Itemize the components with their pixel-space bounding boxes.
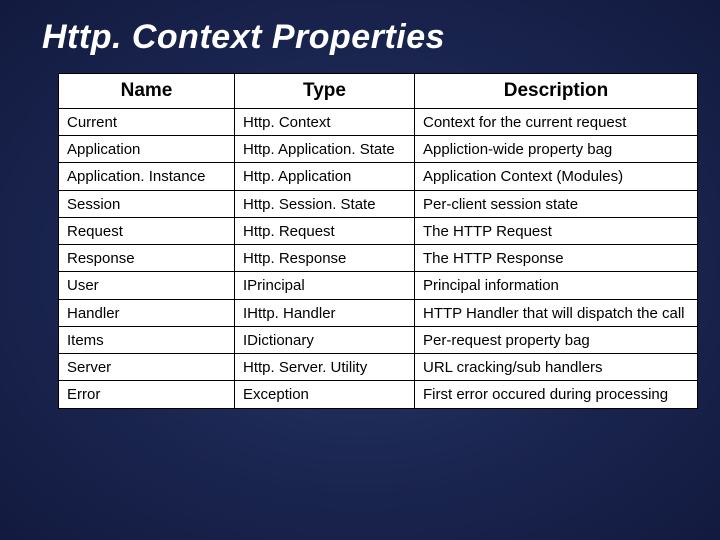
cell-desc: Principal information <box>415 272 698 299</box>
table-row: RequestHttp. RequestThe HTTP Request <box>59 217 698 244</box>
table-header-row: Name Type Description <box>59 74 698 109</box>
cell-desc: Appliction-wide property bag <box>415 136 698 163</box>
cell-type: Http. Request <box>235 217 415 244</box>
table-row: SessionHttp. Session. StatePer-client se… <box>59 190 698 217</box>
properties-table: Name Type Description CurrentHttp. Conte… <box>58 73 698 409</box>
page-title: Http. Context Properties <box>42 18 696 57</box>
cell-desc: HTTP Handler that will dispatch the call <box>415 299 698 326</box>
cell-name: Items <box>59 326 235 353</box>
cell-name: Current <box>59 108 235 135</box>
cell-type: Http. Application <box>235 163 415 190</box>
cell-name: User <box>59 272 235 299</box>
cell-name: Handler <box>59 299 235 326</box>
cell-desc: Per-request property bag <box>415 326 698 353</box>
cell-name: Request <box>59 217 235 244</box>
cell-type: Http. Application. State <box>235 136 415 163</box>
table-row: ErrorExceptionFirst error occured during… <box>59 381 698 408</box>
cell-desc: First error occured during processing <box>415 381 698 408</box>
col-header-name: Name <box>59 74 235 109</box>
cell-desc: The HTTP Response <box>415 245 698 272</box>
table-row: ResponseHttp. ResponseThe HTTP Response <box>59 245 698 272</box>
table-row: UserIPrincipalPrincipal information <box>59 272 698 299</box>
col-header-type: Type <box>235 74 415 109</box>
table-row: HandlerIHttp. HandlerHTTP Handler that w… <box>59 299 698 326</box>
slide: Http. Context Properties Name Type Descr… <box>0 0 720 540</box>
cell-desc: URL cracking/sub handlers <box>415 354 698 381</box>
table-row: ApplicationHttp. Application. StateAppli… <box>59 136 698 163</box>
cell-name: Session <box>59 190 235 217</box>
cell-name: Application. Instance <box>59 163 235 190</box>
cell-name: Server <box>59 354 235 381</box>
cell-type: Exception <box>235 381 415 408</box>
col-header-desc: Description <box>415 74 698 109</box>
cell-desc: Per-client session state <box>415 190 698 217</box>
table-row: Application. InstanceHttp. ApplicationAp… <box>59 163 698 190</box>
cell-desc: The HTTP Request <box>415 217 698 244</box>
cell-type: Http. Context <box>235 108 415 135</box>
cell-name: Error <box>59 381 235 408</box>
cell-type: IHttp. Handler <box>235 299 415 326</box>
cell-type: IPrincipal <box>235 272 415 299</box>
cell-type: Http. Response <box>235 245 415 272</box>
cell-type: Http. Server. Utility <box>235 354 415 381</box>
cell-desc: Application Context (Modules) <box>415 163 698 190</box>
cell-name: Response <box>59 245 235 272</box>
table-row: CurrentHttp. ContextContext for the curr… <box>59 108 698 135</box>
table-row: ServerHttp. Server. UtilityURL cracking/… <box>59 354 698 381</box>
cell-type: Http. Session. State <box>235 190 415 217</box>
cell-name: Application <box>59 136 235 163</box>
cell-desc: Context for the current request <box>415 108 698 135</box>
table-row: ItemsIDictionaryPer-request property bag <box>59 326 698 353</box>
cell-type: IDictionary <box>235 326 415 353</box>
